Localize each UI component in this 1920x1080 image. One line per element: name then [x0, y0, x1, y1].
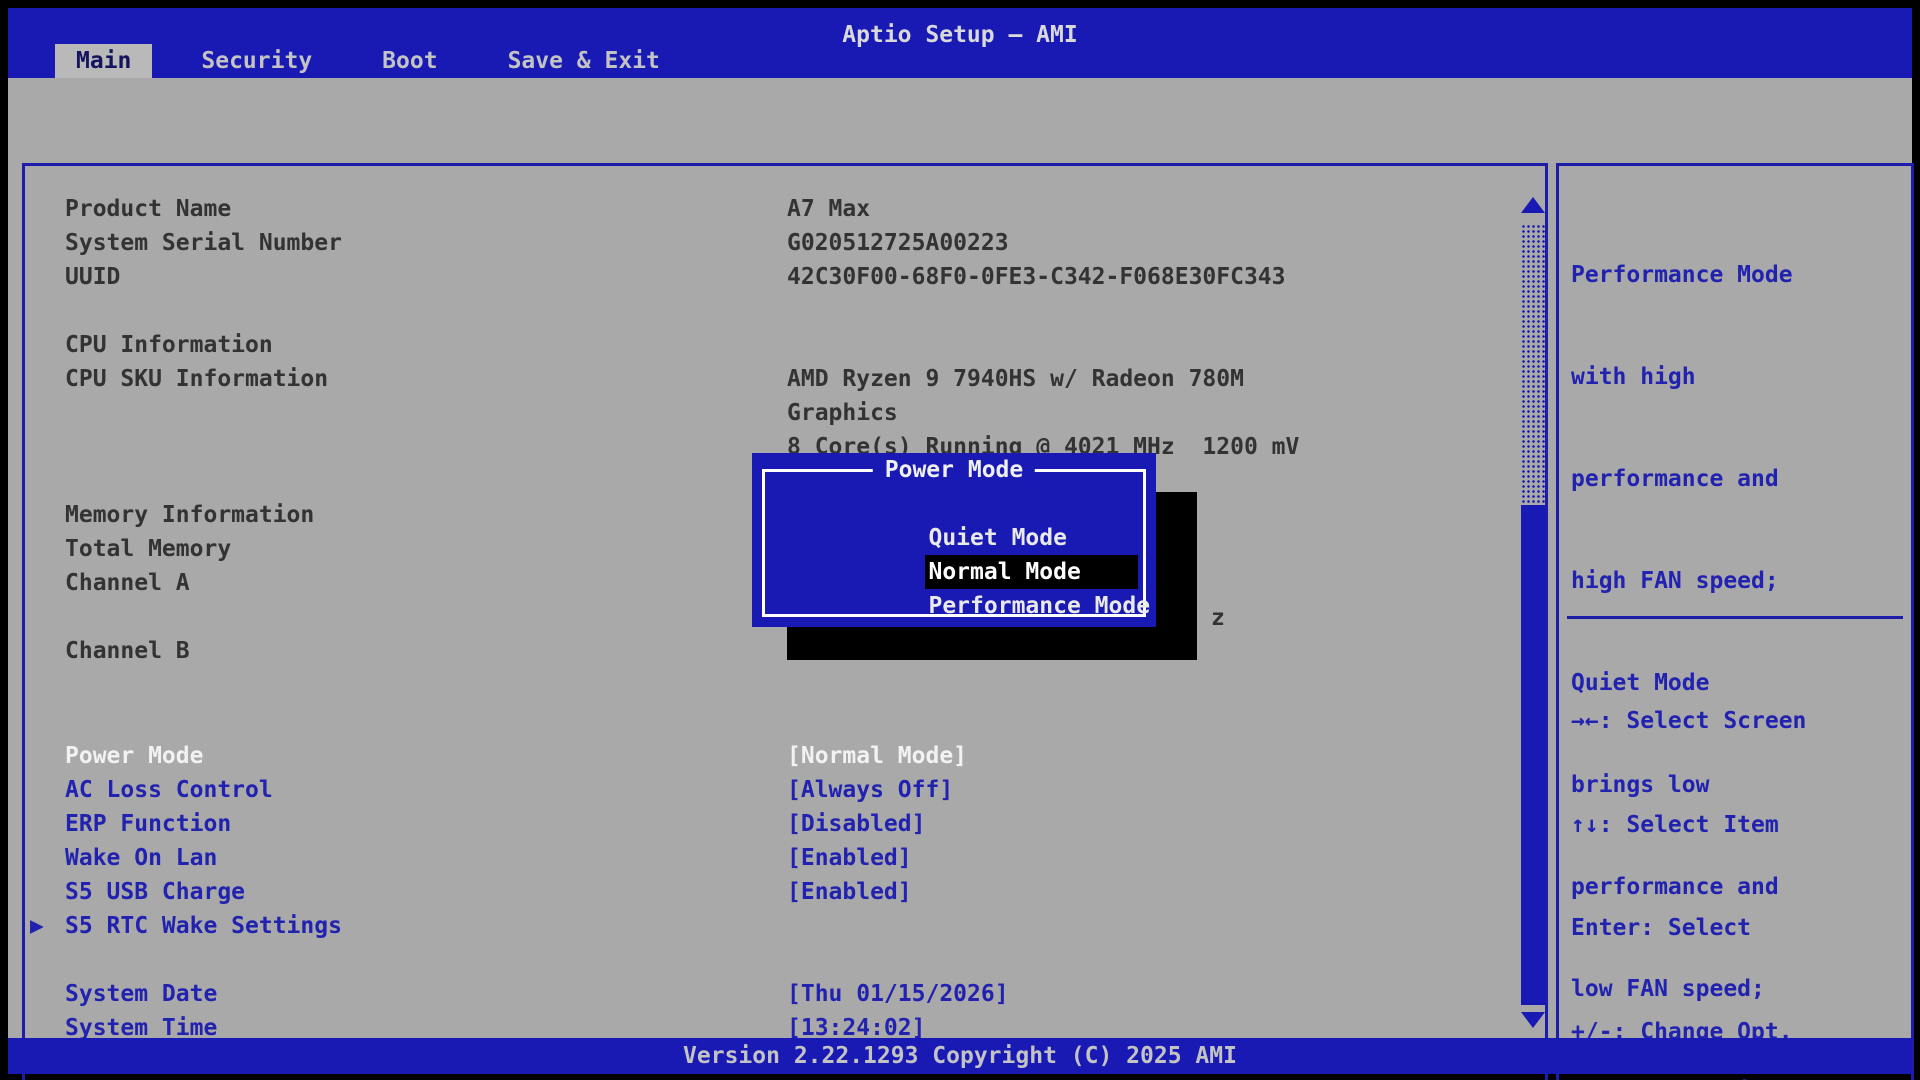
scrollbar-thumb[interactable] [1521, 505, 1545, 1005]
setting-value: AMD Ryzen 9 7940HS w/ Radeon 780M [787, 362, 1244, 396]
popup-title: Power Mode [873, 453, 1035, 487]
row-marker [28, 498, 65, 532]
row-marker [28, 773, 65, 807]
row-ac-loss-control[interactable]: AC Loss Control [Always Off] [28, 773, 953, 807]
help-line: performance and [1571, 462, 1806, 496]
row-marker [28, 634, 65, 668]
menu-tabs: Main Security Boot Save & Exit [55, 44, 709, 78]
row-s5-usb-charge[interactable]: S5 USB Charge [Enabled] [28, 875, 912, 909]
setting-label: Memory Information [65, 498, 787, 532]
setting-label: Channel B [65, 634, 787, 668]
popup-border: Power Mode Quiet Mode Normal Mode Perfor… [762, 469, 1146, 617]
help-line: Performance Mode [1571, 258, 1806, 292]
setting-value: [Disabled] [787, 807, 925, 841]
setting-label: AC Loss Control [65, 773, 787, 807]
setting-value: [Enabled] [787, 841, 912, 875]
setting-label [65, 430, 787, 464]
row-channel-a: Channel A [28, 566, 787, 600]
row-marker [28, 362, 65, 396]
row-cpu-information: CPU Information [28, 328, 787, 362]
row-s5-rtc-wake-settings[interactable]: ▶ S5 RTC Wake Settings [28, 909, 787, 943]
obscured-text-fragment: z [1211, 601, 1225, 635]
setting-label: CPU Information [65, 328, 787, 362]
key-legend-line: →←: Select Screen [1571, 704, 1806, 739]
title-bar: Aptio Setup – AMI Main Security Boot Sav… [8, 8, 1912, 78]
scroll-up-icon[interactable] [1521, 197, 1545, 213]
help-line: high FAN speed; [1571, 564, 1806, 598]
row-marker [28, 226, 65, 260]
row-erp-function[interactable]: ERP Function [Disabled] [28, 807, 925, 841]
help-line: with high [1571, 360, 1806, 394]
setting-label [65, 396, 787, 430]
setting-label: Product Name [65, 192, 787, 226]
row-marker [28, 566, 65, 600]
bios-setup-screen: Aptio Setup – AMI Main Security Boot Sav… [0, 0, 1920, 1080]
row-marker [28, 396, 65, 430]
setting-value: [Enabled] [787, 875, 912, 909]
setting-value: [Normal Mode] [787, 739, 967, 773]
row-channel-b: Channel B [28, 634, 787, 668]
row-marker [28, 532, 65, 566]
setting-label: System Date [65, 977, 787, 1011]
scrollbar-track[interactable] [1521, 224, 1545, 505]
row-product-name: Product Name A7 Max [28, 192, 870, 226]
row-marker [28, 328, 65, 362]
version-bar: Version 2.22.1293 Copyright (C) 2025 AMI [8, 1038, 1912, 1074]
help-divider [1567, 616, 1903, 619]
setting-label: System Serial Number [65, 226, 787, 260]
row-cpu-sku: CPU SKU Information AMD Ryzen 9 7940HS w… [28, 362, 1244, 396]
row-marker [28, 739, 65, 773]
row-marker [28, 841, 65, 875]
row-marker [28, 807, 65, 841]
setting-label: Channel A [65, 566, 787, 600]
row-marker [28, 192, 65, 226]
tab-save-exit[interactable]: Save & Exit [487, 44, 681, 78]
setting-value: [Always Off] [787, 773, 953, 807]
row-marker [28, 430, 65, 464]
setting-value: Graphics [787, 396, 898, 430]
key-legend-line: Enter: Select [1571, 911, 1806, 946]
setting-label: UUID [65, 260, 787, 294]
setting-label: S5 USB Charge [65, 875, 787, 909]
setting-value: A7 Max [787, 192, 870, 226]
submenu-arrow-icon: ▶ [28, 909, 65, 943]
setting-label: S5 RTC Wake Settings [65, 909, 787, 943]
setting-value: [Thu 01/15/2026] [787, 977, 1009, 1011]
row-marker [28, 977, 65, 1011]
row-marker [28, 875, 65, 909]
setting-label: Total Memory [65, 532, 787, 566]
power-mode-popup: Power Mode Quiet Mode Normal Mode Perfor… [752, 453, 1156, 627]
setting-value: G020512725A00223 [787, 226, 1009, 260]
row-total-memory: Total Memory [28, 532, 787, 566]
row-wake-on-lan[interactable]: Wake On Lan [Enabled] [28, 841, 912, 875]
row-serial-number: System Serial Number G020512725A00223 [28, 226, 1009, 260]
setting-label: ERP Function [65, 807, 787, 841]
setting-label: Wake On Lan [65, 841, 787, 875]
selected-option-highlight: Normal Mode [925, 555, 1137, 589]
tab-boot[interactable]: Boot [361, 44, 458, 78]
key-legend: →←: Select Screen ↑↓: Select Item Enter:… [1571, 635, 1806, 1080]
option-quiet-mode[interactable]: Quiet Mode [787, 487, 1150, 521]
popup-options: Quiet Mode Normal Mode Performance Mode [787, 487, 1150, 589]
help-panel: Performance Mode with high performance a… [1556, 163, 1914, 1080]
row-memory-information: Memory Information [28, 498, 787, 532]
row-system-date[interactable]: System Date [Thu 01/15/2026] [28, 977, 1009, 1011]
row-marker [28, 260, 65, 294]
setting-label: CPU SKU Information [65, 362, 787, 396]
setting-value: 42C30F00-68F0-0FE3-C342-F068E30FC343 [787, 260, 1286, 294]
row-uuid: UUID 42C30F00-68F0-0FE3-C342-F068E30FC34… [28, 260, 1286, 294]
row-power-mode[interactable]: Power Mode [Normal Mode] [28, 739, 967, 773]
tab-security[interactable]: Security [180, 44, 333, 78]
row-cpu-sku-cont: Graphics [28, 396, 898, 430]
setting-label: Power Mode [65, 739, 787, 773]
scroll-down-icon[interactable] [1521, 1012, 1545, 1028]
tab-main[interactable]: Main [55, 44, 152, 78]
key-legend-line: ↑↓: Select Item [1571, 808, 1806, 843]
